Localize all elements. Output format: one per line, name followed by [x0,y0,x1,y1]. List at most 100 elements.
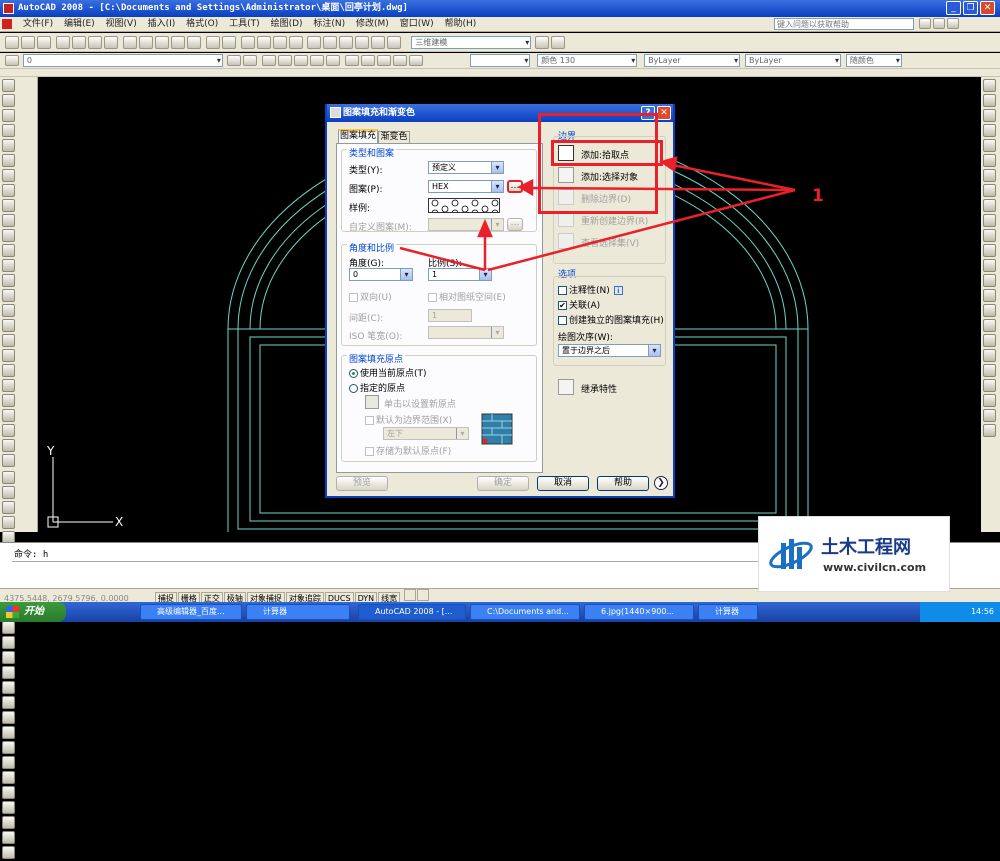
pan-icon[interactable] [240,36,255,49]
store-default-checkbox[interactable]: 存储为默认原点(F) [365,444,451,457]
minimize-icon[interactable]: _ [946,1,961,15]
linetype-select[interactable]: ByLayer [644,54,741,67]
menu-help[interactable]: 帮助(H) [441,17,481,32]
taskbar-item-explorer[interactable]: C:\Documents and... [470,604,580,620]
info-icon[interactable]: i [613,286,623,295]
print-preview-icon[interactable] [71,36,86,49]
favorites-icon[interactable] [933,18,945,29]
grid-snap-icon[interactable] [983,109,996,122]
explode-icon[interactable] [2,711,15,724]
grid-icon[interactable] [983,154,996,167]
cancel-button[interactable]: 取消 [537,476,589,491]
annotate-icon[interactable] [983,289,996,302]
hatch-icon[interactable] [2,289,15,302]
cylinder-icon[interactable] [2,424,15,437]
arc-icon[interactable] [2,154,15,167]
region-icon[interactable] [2,319,15,332]
line-icon[interactable] [2,79,15,92]
ok-button[interactable]: 确定 [477,476,529,491]
menu-view[interactable]: 视图(V) [102,17,141,32]
conceptual-icon[interactable] [392,55,407,66]
workspace-select[interactable]: 三维建模 [411,36,532,49]
orbit-icon[interactable] [983,169,996,182]
print-icon[interactable] [55,36,70,49]
my-workspace-icon[interactable] [551,36,566,49]
gradient-icon[interactable] [2,304,15,317]
zoom-window-icon[interactable] [272,36,287,49]
sphere-icon[interactable] [2,409,15,422]
close-icon[interactable]: ✕ [980,1,995,15]
dim-ordinate-icon[interactable] [2,771,15,784]
text-icon[interactable] [983,274,996,287]
hidden-icon[interactable] [360,55,375,66]
polygon-icon[interactable] [2,124,15,137]
settings-right-icon[interactable] [983,409,996,422]
render-icon[interactable] [983,124,996,137]
point-icon[interactable] [2,274,15,287]
tab-gradient[interactable]: 渐变色 [378,131,410,143]
ellipse-icon[interactable] [2,214,15,227]
menu-edit[interactable]: 编辑(E) [60,17,99,32]
block-editor-icon[interactable] [186,36,201,49]
draw-order-select[interactable]: 置于边界之后 ▾ [558,344,661,357]
menu-modify[interactable]: 修改(M) [352,17,393,32]
model-icon[interactable] [404,589,417,601]
insert-block-icon[interactable] [2,244,15,257]
layer-select[interactable]: 0 [22,54,223,67]
help-icon[interactable] [947,18,959,29]
taskbar-item-autocad[interactable]: AutoCAD 2008 - [... [358,604,466,620]
region-right-icon[interactable] [983,184,996,197]
make-block-icon[interactable] [2,259,15,272]
mirror-icon[interactable] [2,501,15,514]
join-icon[interactable] [2,666,15,679]
wave-icon[interactable] [983,199,996,212]
erase-icon[interactable] [2,471,15,484]
annotative-checkbox[interactable]: 注释性(N) i [558,283,623,296]
click-origin-icon[interactable] [365,395,379,409]
autocad-app-icon[interactable] [3,3,14,14]
save-icon[interactable] [37,36,51,49]
misc-icon[interactable] [983,424,996,437]
taskbar-item-editor[interactable]: 高级编辑器_百度... [140,604,242,620]
color-select[interactable]: 颜色 130 [537,54,638,67]
rectangle-icon[interactable] [2,139,15,152]
layout-toggle-icon[interactable] [417,589,430,601]
dim-diameter-icon[interactable] [2,801,15,814]
dim-angular-icon[interactable] [2,816,15,829]
box-icon[interactable] [2,364,15,377]
break-icon[interactable] [2,651,15,664]
inherit-properties-button[interactable]: 继承特性 [581,382,617,395]
undo-icon[interactable] [205,36,220,49]
restore-icon[interactable]: ❐ [963,1,978,15]
paste-icon[interactable] [154,36,169,49]
extend-icon[interactable] [2,621,15,634]
menu-insert[interactable]: 插入(I) [144,17,180,32]
dim-aligned-icon[interactable] [2,741,15,754]
zoom-realtime-icon[interactable] [256,36,271,49]
mtext-icon[interactable] [2,349,15,362]
associative-checkbox[interactable]: ✔ 关联(A) [558,298,600,311]
publish-icon[interactable] [87,36,102,49]
tab-hatch[interactable]: 图案填充 [338,129,378,143]
circle-icon[interactable] [2,169,15,182]
iso-pen-select[interactable]: ▾ [428,326,504,339]
surface-icon[interactable] [983,244,996,257]
sheet-set-icon[interactable] [355,36,370,49]
wedge-icon[interactable] [2,379,15,392]
mesh-icon[interactable] [983,229,996,242]
double-checkbox[interactable]: 双向(U) [349,290,392,303]
lineweight-select[interactable]: ByLayer [745,54,841,67]
menu-window[interactable]: 窗口(W) [396,17,438,32]
relative-paper-checkbox[interactable]: 相对图纸空间(E) [428,290,506,303]
preview-button[interactable]: 预览 [336,476,388,491]
fly-icon[interactable] [983,379,996,392]
view-right-icon[interactable] [309,55,324,66]
origin-position-select[interactable]: 左下 ▾ [383,427,469,440]
spline-icon[interactable] [2,199,15,212]
dim-linear-icon[interactable] [2,726,15,739]
layout-icon[interactable] [983,139,996,152]
plotstyle-select[interactable]: 随颜色 [845,54,902,67]
revcloud-icon[interactable] [2,184,15,197]
animation-icon[interactable] [983,394,996,407]
tool-palettes-icon[interactable] [339,36,354,49]
